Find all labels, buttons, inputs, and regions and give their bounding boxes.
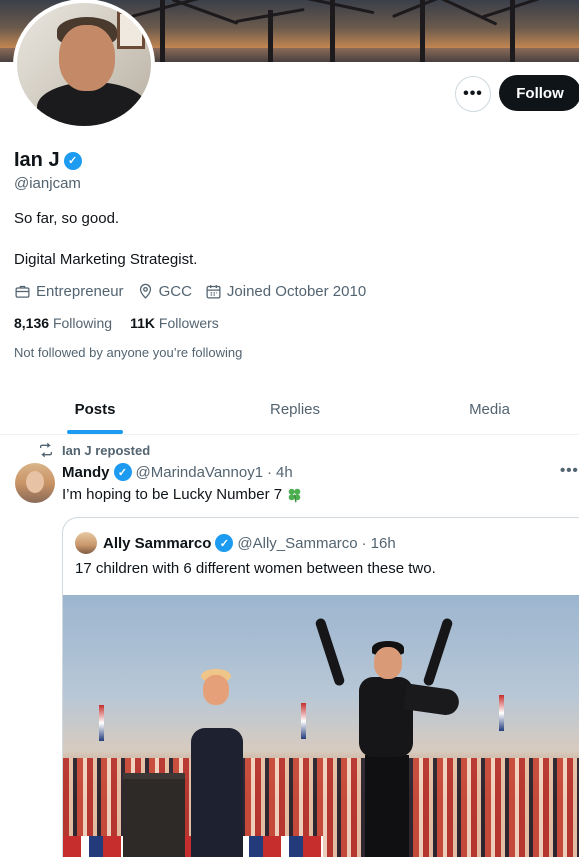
quoted-post[interactable]: Ally Sammarco ✓ @Ally_Sammarco · 16h 17 …: [62, 517, 579, 857]
tab-label: Media: [469, 401, 510, 418]
photo-flag: [301, 703, 306, 739]
active-tab-indicator: [67, 430, 123, 434]
post-author-handle[interactable]: @MarindaVannoy1: [136, 464, 264, 481]
photo-jumper-body: [359, 677, 413, 757]
post-text: I’m hoping to be Lucky Number 7: [62, 486, 303, 503]
quoted-post-image[interactable]: [63, 595, 579, 857]
followers-count: 11K: [130, 315, 155, 331]
photo-flag: [499, 695, 504, 731]
tab-posts[interactable]: Posts: [0, 385, 190, 434]
profile-name: Ian J: [14, 149, 60, 171]
post-separator: ·: [267, 463, 273, 481]
avatar-bg-frame: [117, 11, 145, 49]
profile-location-label: GCC: [158, 283, 192, 300]
banner-palm-frond: [171, 0, 239, 25]
briefcase-icon: [15, 285, 30, 298]
profile-meta-row: Entrepreneur GCC Joined October 2010: [14, 283, 379, 300]
profile-location: GCC: [137, 283, 192, 300]
quoted-author-avatar: [75, 532, 97, 554]
verified-badge-icon[interactable]: ✓: [63, 151, 82, 170]
repost-text: Ian J reposted: [62, 442, 151, 458]
profile-stats: 8,136 Following 11K Followers: [14, 315, 237, 331]
followers-label: Followers: [158, 315, 219, 331]
location-pin-icon: [139, 283, 151, 299]
not-followed-note: Not followed by anyone you’re following: [14, 345, 243, 360]
quoted-author-name: Ally Sammarco: [103, 534, 212, 552]
photo-podium: [123, 773, 185, 857]
banner-palm: [330, 0, 335, 62]
followers-link[interactable]: 11K Followers: [130, 315, 219, 331]
photo-jumper-arm: [314, 617, 346, 687]
calendar-icon: [206, 285, 221, 299]
following-count: 8,136: [14, 315, 50, 331]
quoted-post-header: Ally Sammarco ✓ @Ally_Sammarco · 16h: [75, 532, 396, 554]
quoted-author-handle: @Ally_Sammarco: [237, 534, 358, 552]
photo-jumper-arm: [422, 617, 454, 687]
avatar-face: [59, 25, 115, 91]
post-text-content: I’m hoping to be Lucky Number 7: [62, 486, 283, 503]
tab-media[interactable]: Media: [400, 385, 579, 434]
repost-indicator[interactable]: Ian J reposted: [38, 442, 150, 458]
banner-palm-frond: [305, 0, 375, 15]
four-leaf-clover-icon: [288, 488, 301, 503]
verified-badge-icon[interactable]: ✓: [113, 463, 132, 481]
quoted-post-text: 17 children with 6 different women betwe…: [75, 560, 436, 577]
banner-palm: [420, 0, 425, 62]
profile-handle: @ianjcam: [14, 175, 81, 192]
post-header: Mandy ✓ @MarindaVannoy1 · 4h: [62, 463, 293, 481]
photo-flag: [99, 705, 104, 741]
following-label: Following: [52, 315, 113, 331]
post-author-name[interactable]: Mandy: [62, 464, 110, 481]
profile-joined-label: Joined October 2010: [226, 283, 367, 300]
following-link[interactable]: 8,136 Following: [14, 315, 112, 331]
quoted-separator: ·: [361, 534, 367, 552]
photo-speaker-head: [203, 675, 229, 705]
avatar-photo: [17, 3, 151, 126]
post-time[interactable]: 4h: [276, 464, 293, 481]
follow-button[interactable]: Follow: [499, 75, 579, 111]
profile-joined: Joined October 2010: [205, 283, 366, 300]
profile-bio-line: Digital Marketing Strategist.: [14, 251, 198, 268]
repost-icon: [40, 442, 52, 458]
quoted-post-time: 16h: [370, 534, 396, 552]
profile-bio-line: So far, so good.: [14, 210, 120, 227]
post-author-avatar[interactable]: [15, 463, 55, 503]
verified-badge-icon: ✓: [215, 534, 234, 552]
profile-name-row: Ian J ✓: [14, 149, 82, 172]
photo-speaker-body: [191, 728, 243, 857]
profile-category: Entrepreneur: [14, 283, 124, 300]
post-more-button[interactable]: •••: [560, 462, 579, 479]
more-options-button[interactable]: •••: [455, 76, 491, 112]
profile-tabs: Posts Replies Media: [0, 385, 579, 435]
profile-avatar[interactable]: [13, 0, 155, 130]
tab-replies[interactable]: Replies: [190, 385, 400, 434]
banner-palm: [268, 10, 273, 62]
banner-palm-frond: [481, 0, 549, 19]
photo-jumper-head: [374, 647, 402, 679]
profile-category-label: Entrepreneur: [36, 283, 124, 300]
tab-label: Posts: [74, 401, 116, 418]
photo-jumper-legs: [365, 755, 409, 857]
tab-label: Replies: [269, 401, 321, 418]
